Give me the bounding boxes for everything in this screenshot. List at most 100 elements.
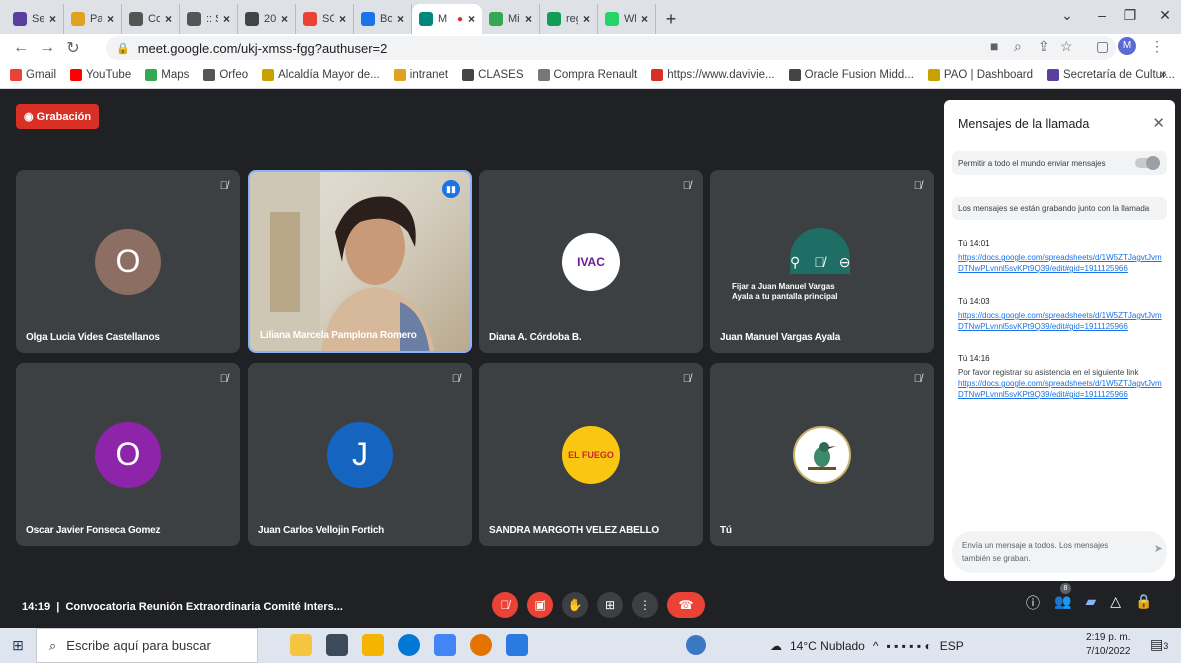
menu-icon[interactable]: ⋮ bbox=[1150, 38, 1164, 55]
taskbar-search-box[interactable]: ⌕ Escribe aquí para buscar bbox=[36, 628, 258, 663]
browser-tab[interactable]: registr × bbox=[540, 4, 598, 34]
bookmark-item[interactable]: Orfeo bbox=[203, 69, 248, 81]
tab-title: Whats bbox=[624, 13, 636, 25]
browser-tab[interactable]: Mi uni × bbox=[482, 4, 540, 34]
tray-icons[interactable]: ▪ ▪ ▪ ▪ ▪ ◐ bbox=[887, 639, 932, 653]
pin-icon[interactable]: ⚲ bbox=[790, 254, 800, 271]
tab-close-icon[interactable]: × bbox=[281, 12, 288, 26]
url-field[interactable]: 🔒 meet.google.com/ukj-xmss-fgg?authuser=… bbox=[106, 36, 1116, 60]
participant-tile-self[interactable]: 🎙̸ Tú bbox=[710, 363, 934, 546]
mic-toggle-button[interactable]: 🎙̸ bbox=[492, 592, 518, 618]
message-header: Tú 14:03 bbox=[958, 296, 1163, 307]
participant-tile[interactable]: 🎙̸ O Oscar Javier Fonseca Gomez bbox=[16, 363, 240, 546]
people-icon[interactable]: 👥 8 bbox=[1054, 583, 1071, 613]
tab-close-icon[interactable]: × bbox=[339, 12, 346, 26]
camera-toggle-button[interactable]: ▣̸ bbox=[527, 592, 553, 618]
bookmark-item[interactable]: Secretaría de Cultur... bbox=[1047, 69, 1175, 81]
bookmark-star-icon[interactable]: ☆ bbox=[1060, 38, 1073, 55]
mute-participant-icon[interactable]: 🎙̸ bbox=[814, 254, 825, 271]
recording-badge[interactable]: ◉ Grabación bbox=[16, 104, 100, 129]
tab-close-icon[interactable]: × bbox=[223, 12, 230, 26]
taskbar-clock[interactable]: 2:19 p. m. 7/10/2022 bbox=[1086, 631, 1131, 659]
browser-tab[interactable]: Bogot × bbox=[354, 4, 412, 34]
camera-icon[interactable]: ■ bbox=[990, 38, 998, 54]
browser-tab[interactable]: Conte × bbox=[122, 4, 180, 34]
participant-tile[interactable]: 🎙̸ EL FUEGO SANDRA MARGOTH VELEZ ABELLO bbox=[479, 363, 703, 546]
message-link[interactable]: https://docs.google.com/spreadsheets/d/1… bbox=[958, 378, 1163, 400]
participant-tile[interactable]: 🎙̸ J Juan Carlos Vellojin Fortich bbox=[248, 363, 472, 546]
tab-close-icon[interactable]: × bbox=[583, 12, 590, 26]
tab-close-icon[interactable]: × bbox=[468, 12, 475, 26]
bookmark-item[interactable]: Maps bbox=[145, 69, 189, 81]
address-bar-row: ← → ↻ 🔒 meet.google.com/ukj-xmss-fgg?aut… bbox=[0, 34, 1181, 62]
browser-tab[interactable]: Pagina × bbox=[64, 4, 122, 34]
tab-close-icon[interactable]: × bbox=[107, 12, 114, 26]
bookmark-favicon-icon bbox=[203, 69, 216, 81]
present-button[interactable]: ⊞ bbox=[597, 592, 623, 618]
send-icon[interactable]: ➤ bbox=[1154, 542, 1163, 555]
bookmark-favicon-icon bbox=[262, 69, 275, 81]
help-icon[interactable] bbox=[686, 635, 706, 655]
leave-call-button[interactable]: ☎ bbox=[667, 592, 705, 618]
participant-tile-active-speaker[interactable]: ▮▮ Liliana Marcela Pamplona Romero bbox=[248, 170, 472, 353]
bookmark-item[interactable]: PAO | Dashboard bbox=[927, 69, 1033, 81]
document-app-icon[interactable] bbox=[506, 634, 528, 656]
close-chat-button[interactable]: ✕ bbox=[1152, 114, 1165, 132]
tab-close-icon[interactable]: × bbox=[165, 12, 172, 26]
firefox-icon[interactable] bbox=[470, 634, 492, 656]
bookmark-item[interactable]: Compra Renault bbox=[537, 69, 637, 81]
participant-tile[interactable]: 🎙̸ O Olga Lucia Vides Castellanos bbox=[16, 170, 240, 353]
bookmark-item[interactable]: intranet bbox=[393, 69, 448, 81]
bookmark-item[interactable]: https://www.davivie... bbox=[651, 69, 775, 81]
bookmarks-overflow-button[interactable]: » bbox=[1160, 67, 1167, 81]
bookmark-item[interactable]: YouTube bbox=[70, 69, 131, 81]
reload-button[interactable]: ↻ bbox=[60, 38, 86, 58]
message-link[interactable]: https://docs.google.com/spreadsheets/d/1… bbox=[958, 310, 1163, 332]
allow-messages-toggle[interactable] bbox=[1135, 156, 1160, 170]
windows-start-icon[interactable]: ⊞ bbox=[0, 637, 36, 654]
tab-close-icon[interactable]: × bbox=[397, 12, 404, 26]
bookmark-item[interactable]: CLASES bbox=[462, 69, 524, 81]
browser-tab[interactable]: M ● × bbox=[412, 4, 482, 34]
bookmark-item[interactable]: Gmail bbox=[10, 69, 56, 81]
host-controls-icon[interactable]: 🔒 bbox=[1135, 593, 1152, 613]
browser-tab[interactable]: SOLICI × bbox=[296, 4, 354, 34]
bookmark-item[interactable]: Oracle Fusion Midd... bbox=[788, 69, 914, 81]
activities-icon[interactable]: △ bbox=[1110, 593, 1121, 613]
language-indicator[interactable]: ESP bbox=[940, 639, 964, 653]
new-tab-button[interactable]: + bbox=[656, 4, 686, 34]
profile-avatar[interactable]: M bbox=[1118, 37, 1136, 55]
remove-icon[interactable]: ⊖ bbox=[839, 254, 851, 271]
tray-overflow-icon[interactable]: ^ bbox=[873, 639, 879, 653]
more-options-button[interactable]: ⋮ bbox=[632, 592, 658, 618]
close-window-button[interactable]: ✕ bbox=[1143, 0, 1181, 30]
back-button[interactable]: ← bbox=[8, 39, 34, 57]
tab-close-icon[interactable]: × bbox=[525, 12, 532, 26]
edge-icon[interactable] bbox=[398, 634, 420, 656]
message-link[interactable]: https://docs.google.com/spreadsheets/d/1… bbox=[958, 252, 1163, 274]
weather-text[interactable]: 14°C Nublado bbox=[790, 639, 865, 653]
browser-tab[interactable]: Whats × bbox=[598, 4, 656, 34]
notifications-icon[interactable]: ▤3 bbox=[1150, 636, 1168, 653]
participant-tile[interactable]: 🎙̸ ⚲ 🎙̸ ⊖ Fijar a Juan Manuel Vargas Aya… bbox=[710, 170, 934, 353]
participant-tile[interactable]: 🎙̸ IVAC Diana A. Córdoba B. bbox=[479, 170, 703, 353]
raise-hand-button[interactable]: ✋ bbox=[562, 592, 588, 618]
taskbar-app-icon[interactable] bbox=[290, 634, 312, 656]
side-panel-icon[interactable]: ▢ bbox=[1096, 38, 1109, 55]
browser-tab[interactable]: :: Siste × bbox=[180, 4, 238, 34]
browser-tab[interactable]: Secret × bbox=[6, 4, 64, 34]
tab-close-icon[interactable]: × bbox=[49, 12, 56, 26]
share-icon[interactable]: ⇪ bbox=[1038, 38, 1050, 55]
zoom-icon[interactable]: ⌕ bbox=[1014, 38, 1022, 55]
browser-tab[interactable]: 20221 × bbox=[238, 4, 296, 34]
forward-button[interactable]: → bbox=[34, 39, 60, 57]
chat-icon[interactable]: ▰ bbox=[1085, 593, 1096, 613]
meeting-details-icon[interactable]: ⓘ bbox=[1026, 593, 1040, 613]
chat-message-input[interactable]: Envía un mensaje a todos. Los mensajes t… bbox=[952, 531, 1167, 573]
bookmark-item[interactable]: Alcaldía Mayor de... bbox=[262, 69, 380, 81]
self-avatar-image bbox=[793, 425, 851, 484]
file-explorer-icon[interactable] bbox=[362, 634, 384, 656]
tab-close-icon[interactable]: × bbox=[641, 12, 648, 26]
task-view-icon[interactable] bbox=[326, 634, 348, 656]
chrome-icon[interactable] bbox=[434, 634, 456, 656]
